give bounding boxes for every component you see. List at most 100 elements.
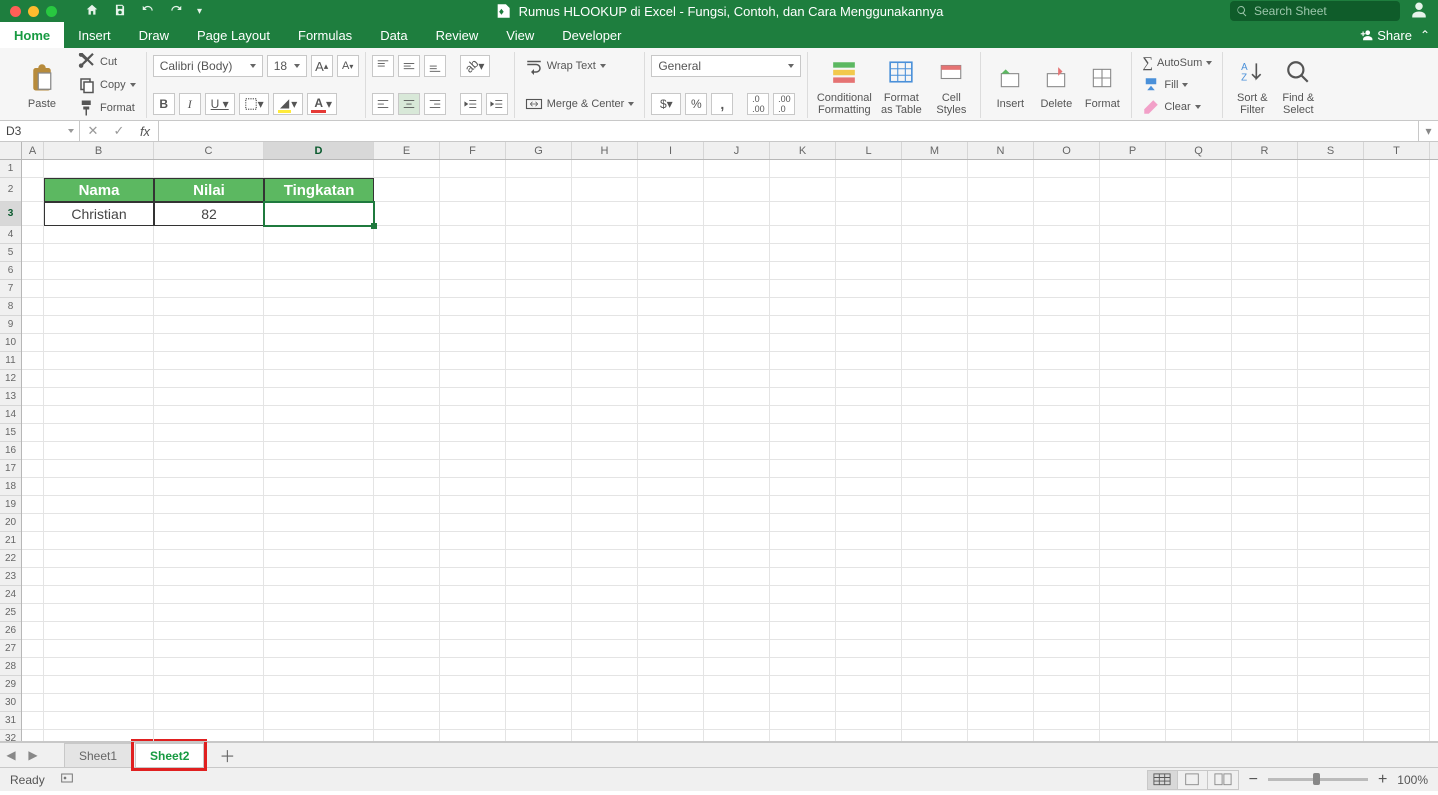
cell[interactable] (902, 262, 968, 280)
cell[interactable] (770, 226, 836, 244)
cell[interactable] (1100, 478, 1166, 496)
cell[interactable] (836, 262, 902, 280)
cell[interactable] (22, 178, 44, 202)
row-header[interactable]: 3 (0, 202, 21, 226)
cell[interactable] (44, 226, 154, 244)
row-header[interactable]: 11 (0, 352, 21, 370)
cell[interactable] (704, 568, 770, 586)
cell[interactable] (1034, 496, 1100, 514)
column-header[interactable]: M (902, 142, 968, 159)
cell[interactable] (1232, 280, 1298, 298)
cell[interactable] (638, 622, 704, 640)
cell[interactable] (770, 676, 836, 694)
cell[interactable] (1166, 352, 1232, 370)
cell[interactable] (1100, 604, 1166, 622)
cell[interactable] (1166, 730, 1232, 742)
cell[interactable] (1232, 352, 1298, 370)
paste-button[interactable]: Paste (12, 52, 72, 118)
cell[interactable] (1166, 712, 1232, 730)
cell[interactable] (374, 496, 440, 514)
cell[interactable] (638, 298, 704, 316)
cell[interactable] (264, 478, 374, 496)
cell[interactable] (638, 478, 704, 496)
cell[interactable] (440, 388, 506, 406)
cell[interactable] (1298, 478, 1364, 496)
cell[interactable] (1298, 496, 1364, 514)
cell[interactable] (154, 586, 264, 604)
cell[interactable] (374, 334, 440, 352)
cell[interactable] (506, 334, 572, 352)
cell[interactable] (1100, 568, 1166, 586)
add-sheet-button[interactable]: ＋ (215, 743, 239, 767)
cell[interactable] (638, 460, 704, 478)
cell[interactable] (374, 178, 440, 202)
cell[interactable] (44, 676, 154, 694)
cell[interactable] (1232, 550, 1298, 568)
minimize-window[interactable] (28, 6, 39, 17)
cell[interactable] (1364, 622, 1430, 640)
cell[interactable] (836, 586, 902, 604)
cell[interactable] (154, 712, 264, 730)
cell[interactable] (704, 178, 770, 202)
cell[interactable] (572, 424, 638, 442)
cell[interactable] (264, 298, 374, 316)
cell[interactable] (1298, 658, 1364, 676)
cell[interactable] (1232, 496, 1298, 514)
cell[interactable] (968, 424, 1034, 442)
cell[interactable] (704, 262, 770, 280)
row-header[interactable]: 22 (0, 550, 21, 568)
cell[interactable] (1166, 496, 1232, 514)
cell[interactable] (638, 226, 704, 244)
table-data-cell[interactable]: Christian (44, 202, 154, 226)
cell[interactable] (506, 550, 572, 568)
cell[interactable] (902, 694, 968, 712)
cell[interactable] (264, 496, 374, 514)
cell[interactable] (770, 178, 836, 202)
cell[interactable] (1100, 280, 1166, 298)
cell[interactable] (506, 676, 572, 694)
cell[interactable] (572, 316, 638, 334)
row-header[interactable]: 28 (0, 658, 21, 676)
cell[interactable] (968, 514, 1034, 532)
cell[interactable] (704, 424, 770, 442)
cell[interactable] (770, 352, 836, 370)
cell[interactable] (836, 298, 902, 316)
cell[interactable] (506, 568, 572, 586)
cell[interactable] (374, 712, 440, 730)
cell[interactable] (770, 658, 836, 676)
cell[interactable] (374, 442, 440, 460)
cell[interactable] (704, 244, 770, 262)
column-header[interactable]: L (836, 142, 902, 159)
cell[interactable] (154, 244, 264, 262)
cell[interactable] (836, 316, 902, 334)
cell[interactable] (22, 352, 44, 370)
cell[interactable] (704, 550, 770, 568)
cell[interactable] (770, 442, 836, 460)
sort-filter-button[interactable]: AZSort & Filter (1229, 52, 1275, 118)
cell[interactable] (506, 622, 572, 640)
format-cells-button[interactable]: Format (1079, 52, 1125, 118)
cell[interactable] (902, 202, 968, 226)
cell[interactable] (1364, 478, 1430, 496)
cell[interactable] (1166, 280, 1232, 298)
cell[interactable] (902, 334, 968, 352)
cell[interactable] (1034, 352, 1100, 370)
zoom-out-button[interactable]: − (1249, 771, 1258, 789)
format-as-table-button[interactable]: Format as Table (874, 52, 928, 118)
cell[interactable] (22, 604, 44, 622)
cell[interactable] (1034, 676, 1100, 694)
cell[interactable] (1232, 298, 1298, 316)
cell[interactable] (1298, 352, 1364, 370)
cell[interactable] (264, 244, 374, 262)
cell[interactable] (1364, 550, 1430, 568)
cell[interactable] (1364, 406, 1430, 424)
cell[interactable] (440, 334, 506, 352)
cell[interactable] (836, 160, 902, 178)
cell[interactable] (264, 676, 374, 694)
cell[interactable] (1298, 424, 1364, 442)
cell[interactable] (154, 622, 264, 640)
cell[interactable] (22, 460, 44, 478)
cell[interactable] (1034, 178, 1100, 202)
cell[interactable] (968, 178, 1034, 202)
cell[interactable] (572, 514, 638, 532)
